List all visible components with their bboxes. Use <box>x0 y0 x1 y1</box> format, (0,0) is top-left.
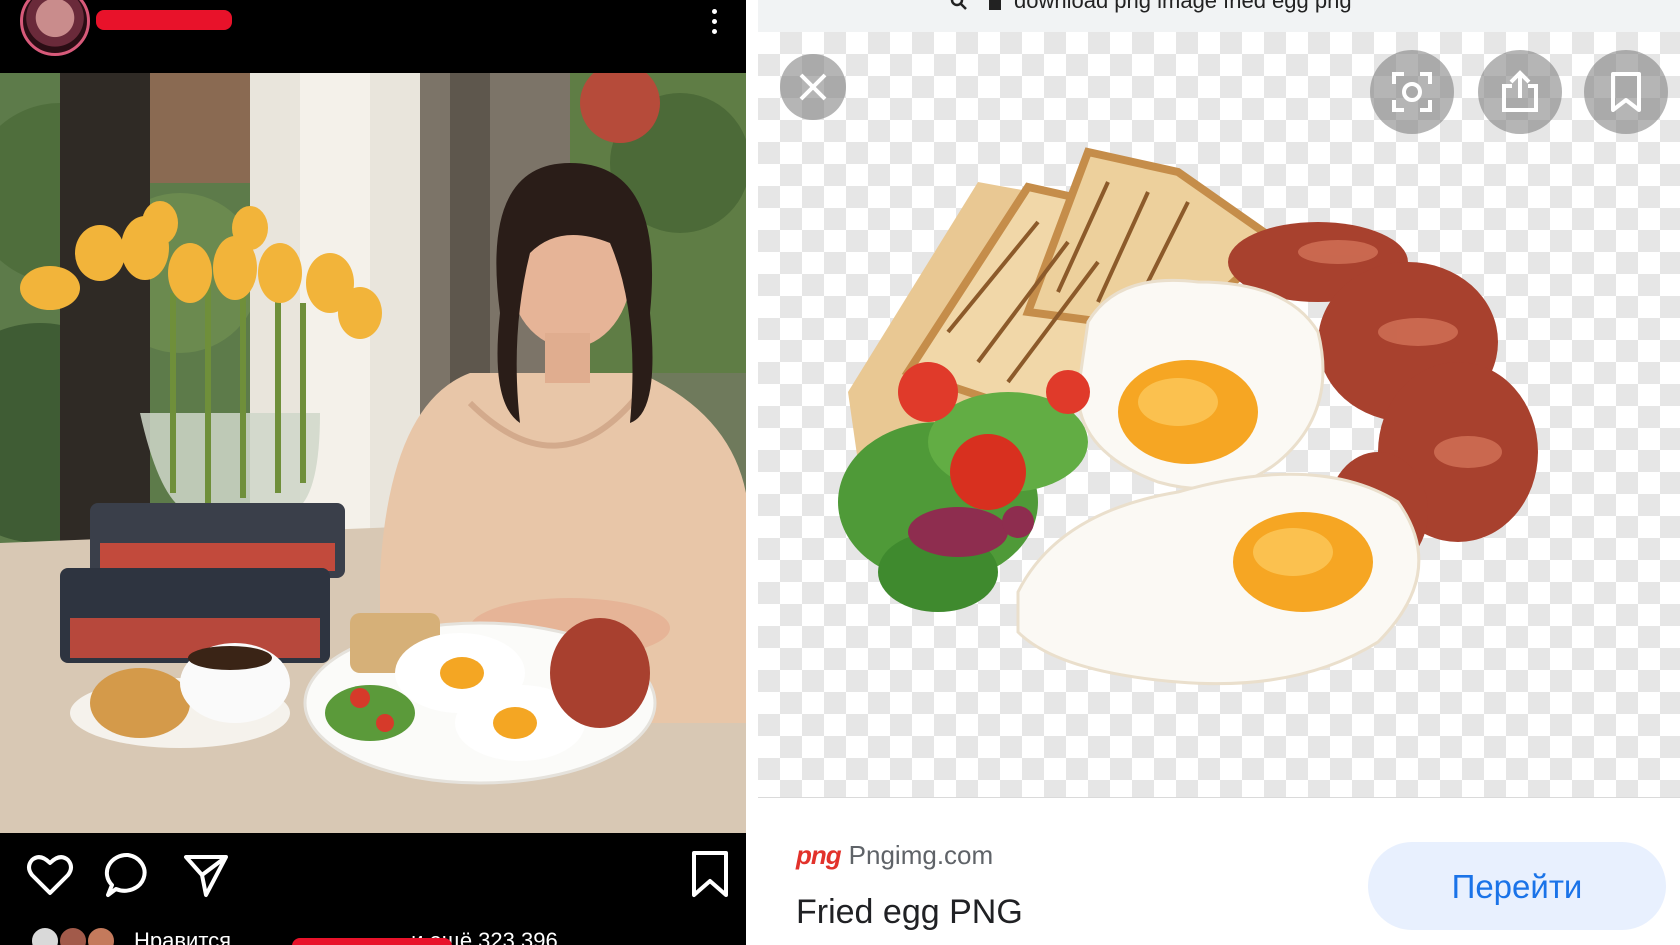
likes-line[interactable]: Нравится и ещё 323 396 <box>30 922 730 945</box>
post-actions <box>0 833 746 905</box>
lock-icon <box>989 0 1001 11</box>
source-logo: png <box>796 840 842 870</box>
search-bar[interactable]: download png image fried egg png <box>758 0 1680 33</box>
source-site: Pngimg.com <box>848 840 994 870</box>
send-icon[interactable] <box>180 849 232 901</box>
avatar[interactable] <box>20 0 90 56</box>
lens-icon <box>1392 72 1432 112</box>
close-icon <box>799 73 827 101</box>
bookmark-icon <box>1611 72 1641 112</box>
image-preview-panel: download png image fried egg png png Png… <box>758 0 1680 945</box>
heart-icon[interactable] <box>24 849 76 901</box>
liker-avatars <box>30 926 126 945</box>
close-button[interactable] <box>780 54 846 120</box>
avatar <box>86 926 116 945</box>
result-image[interactable] <box>758 32 1680 798</box>
search-icon <box>950 0 967 11</box>
visit-button[interactable]: Перейти <box>1368 842 1666 930</box>
source-line[interactable]: png Pngimg.com <box>796 840 1196 876</box>
post-photo[interactable] <box>0 73 746 833</box>
search-query: download png image fried egg png <box>1014 0 1352 13</box>
share-icon <box>1502 70 1538 112</box>
username-redacted[interactable] <box>96 10 232 30</box>
avatar <box>30 926 60 945</box>
lens-button[interactable] <box>1370 50 1454 134</box>
instagram-post: Нравится и ещё 323 396 <box>0 0 746 945</box>
bookmark-icon[interactable] <box>684 849 736 901</box>
avatar <box>58 926 88 945</box>
share-button[interactable] <box>1478 50 1562 134</box>
post-header <box>0 0 746 73</box>
likes-prefix: Нравится <box>134 928 232 945</box>
more-vertical-icon[interactable] <box>704 4 724 44</box>
bookmark-button[interactable] <box>1584 50 1668 134</box>
comment-icon[interactable] <box>102 849 154 901</box>
fried-egg-image <box>838 147 1538 686</box>
liker-name-redacted <box>292 938 452 945</box>
image-title[interactable]: Fried egg PNG <box>796 893 1023 932</box>
